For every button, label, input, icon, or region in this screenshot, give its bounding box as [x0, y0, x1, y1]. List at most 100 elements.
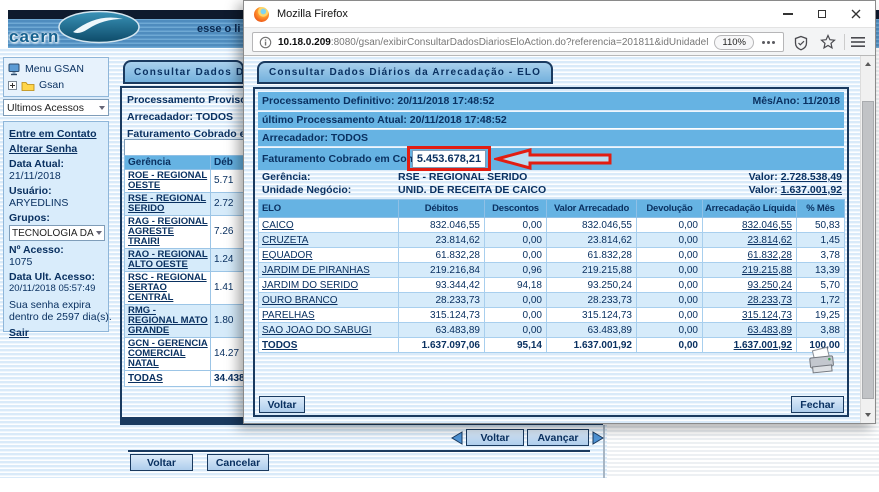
elo-link[interactable]: JARDIM DE PIRANHAS	[262, 265, 370, 276]
grupos-select[interactable]: TECNOLOGIA DA	[9, 225, 105, 241]
print-icon[interactable]	[805, 347, 837, 375]
computer-icon	[8, 63, 21, 76]
gerencia-link[interactable]: RSC - REGIONAL SERTAO CENTRAL	[128, 272, 207, 303]
voltar-button[interactable]: Voltar	[130, 454, 193, 471]
todos-cell: TODOS	[259, 338, 399, 353]
elo-link[interactable]: CRUZETA	[262, 235, 308, 246]
arrecadacao-liquida-link[interactable]: 63.483,89	[748, 325, 793, 336]
elo-table-row: PARELHAS 315.124,73 0,00 315.124,73 0,00…	[259, 308, 845, 323]
browser-toolbar: 10.18.0.209:8080/gsan/exibirConsultarDad…	[244, 27, 875, 56]
ultimos-acessos-select[interactable]: Ultimos Acessos	[3, 99, 109, 116]
popup-fechar-button[interactable]: Fechar	[791, 396, 844, 413]
caern-logo-icon	[57, 10, 141, 49]
total-arrecadacao-liquida-link[interactable]: 1.637.001,92	[734, 340, 792, 351]
arrecadacao-liquida-link[interactable]: 219.215,88	[742, 265, 792, 276]
arrecadador-row: Arrecadador: TODOS	[258, 130, 844, 146]
arrecadacao-liquida-link[interactable]: 28.233,73	[748, 295, 793, 306]
todas-link[interactable]: TODAS	[128, 373, 163, 384]
scrollbar-thumb[interactable]	[862, 101, 874, 399]
page-next-arrow-icon[interactable]	[592, 431, 604, 445]
expand-plus-icon[interactable]	[8, 81, 17, 90]
firefox-icon	[254, 7, 269, 22]
arrecadacao-liquida-link[interactable]: 832.046,55	[742, 220, 792, 231]
elo-link[interactable]: EQUADOR	[262, 250, 313, 261]
column-header: Devolução	[637, 200, 703, 218]
page-previous-arrow-icon[interactable]	[451, 431, 463, 445]
annotation-red-arrow	[494, 148, 614, 170]
gerencia-cell: ROE - REGIONAL OESTE	[125, 170, 211, 193]
gerencia-link[interactable]: ROE - REGIONAL OESTE	[128, 170, 207, 191]
elo-table-row: CAICO 832.046,55 0,00 832.046,55 0,00 83…	[259, 218, 845, 233]
gerencia-cell: RMG - REGIONAL MATO GRANDE	[125, 305, 211, 338]
shield-icon[interactable]	[793, 35, 809, 51]
nav-avancar-button[interactable]: Avançar	[527, 429, 589, 446]
info-icon[interactable]	[259, 36, 272, 49]
scroll-down-button[interactable]	[861, 407, 875, 423]
sidebar-link-alterar-senha[interactable]: Alterar Senha	[9, 143, 103, 155]
elo-link[interactable]: SAO JOAO DO SABUGI	[262, 325, 371, 336]
senha-expira-line1: Sua senha expira	[9, 299, 103, 311]
elo-table-row: JARDIM DO SERIDO 93.344,42 94,18 93.250,…	[259, 278, 845, 293]
arrecadacao-liquida-cell: 23.814,62	[703, 233, 797, 248]
bookmark-star-icon[interactable]	[820, 34, 836, 50]
column-header: ELO	[259, 200, 399, 218]
column-header: Valor Arrecadado	[547, 200, 637, 218]
descontos-cell: 0,00	[485, 233, 547, 248]
arrecadacao-liquida-link[interactable]: 61.832,28	[748, 250, 793, 261]
elo-link[interactable]: JARDIM DO SERIDO	[262, 280, 358, 291]
ultimo-processamento-row: último Processamento Atual: 20/11/2018 1…	[258, 112, 844, 128]
sidebar-tree-item-gsan[interactable]: Gsan	[8, 77, 104, 93]
arrecadacao-liquida-cell: 832.046,55	[703, 218, 797, 233]
gerencia-link[interactable]: RAG - REGIONAL AGRESTE TRAIRI	[128, 216, 208, 247]
scroll-up-button[interactable]	[861, 56, 875, 72]
menu-hamburger-icon[interactable]	[851, 36, 865, 48]
gerencia-link[interactable]: RAO - REGIONAL ALTO OESTE	[128, 249, 208, 270]
popup-page-title-tab: Consultar Dados Diários da Arrecadação -…	[257, 61, 553, 84]
window-titlebar[interactable]: Mozilla Firefox	[244, 1, 875, 27]
sidebar-link-contato[interactable]: Entre em Contato	[9, 128, 103, 140]
maximize-icon	[818, 10, 826, 18]
valor-arrecadado-cell: 93.250,24	[547, 278, 637, 293]
elo-link[interactable]: PARELHAS	[262, 310, 315, 321]
debitos-cell: 315.124,73	[399, 308, 485, 323]
arrecadacao-liquida-cell: 315.124,73	[703, 308, 797, 323]
zoom-level-badge[interactable]: 110%	[714, 35, 754, 50]
debitos-cell: 63.483,89	[399, 323, 485, 338]
cancelar-button[interactable]: Cancelar	[207, 454, 269, 471]
elo-cell: EQUADOR	[259, 248, 399, 263]
gerencia-link[interactable]: RMG - REGIONAL MATO GRANDE	[128, 305, 208, 336]
sidebar-link-sair[interactable]: Sair	[9, 327, 103, 339]
elo-table-row: CRUZETA 23.814,62 0,00 23.814,62 0,00 23…	[259, 233, 845, 248]
popup-voltar-button[interactable]: Voltar	[259, 396, 305, 413]
arrecadacao-liquida-link[interactable]: 315.124,73	[742, 310, 792, 321]
todas-cell: TODAS	[125, 371, 211, 387]
popup-scrollbar[interactable]	[860, 56, 875, 423]
nav-voltar-button[interactable]: Voltar	[466, 429, 524, 446]
gerencia-column-header: Gerência	[125, 156, 211, 170]
close-button[interactable]	[839, 1, 873, 27]
elo-cell: PARELHAS	[259, 308, 399, 323]
elo-table: ELODébitosDescontosValor ArrecadadoDevol…	[258, 199, 845, 353]
arrecadacao-liquida-cell: 61.832,28	[703, 248, 797, 263]
arrecadacao-liquida-link[interactable]: 93.250,24	[748, 280, 793, 291]
gerencia-link[interactable]: GCN - GERENCIA COMERCIAL NATAL	[128, 338, 208, 369]
gerencia-link[interactable]: RSE - REGIONAL SERIDO	[128, 193, 206, 214]
processamento-provisorio-text: Processamento Provisóri	[127, 94, 254, 106]
gerencia-valor-link[interactable]: 2.728.538,49	[781, 171, 842, 183]
arrecadacao-liquida-cell: 93.250,24	[703, 278, 797, 293]
todos-link[interactable]: TODOS	[262, 340, 297, 351]
sidebar-menu-gsan[interactable]: Menu GSAN	[8, 61, 104, 77]
page-actions-icon[interactable]	[760, 39, 777, 46]
elo-link[interactable]: OURO BRANCO	[262, 295, 338, 306]
debitos-cell: 28.233,73	[399, 293, 485, 308]
elo-link[interactable]: CAICO	[262, 220, 294, 231]
url-bar[interactable]: 10.18.0.209:8080/gsan/exibirConsultarDad…	[252, 32, 784, 52]
unidade-valor-link[interactable]: 1.637.001,92	[781, 184, 842, 196]
unidade-label: Unidade Negócio:	[262, 184, 351, 196]
minimize-button[interactable]	[771, 1, 805, 27]
maximize-button[interactable]	[805, 1, 839, 27]
valor-arrecadado-cell: 63.483,89	[547, 323, 637, 338]
gerencia-value: RSE - REGIONAL SERIDO	[398, 171, 527, 183]
pct-mes-cell: 50,83	[797, 218, 845, 233]
arrecadacao-liquida-link[interactable]: 23.814,62	[748, 235, 793, 246]
